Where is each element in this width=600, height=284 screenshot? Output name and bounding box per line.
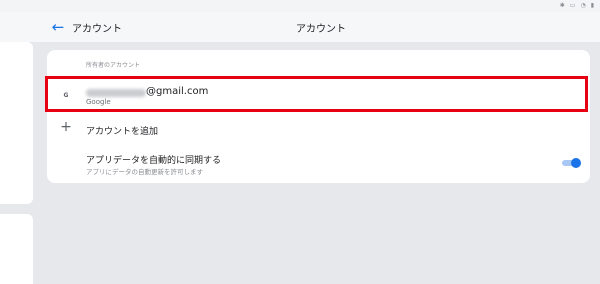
account-email: @gmail.com (146, 86, 209, 97)
email-redacted (86, 89, 146, 97)
auto-sync-title: アプリデータを自動的に同期する (86, 156, 222, 166)
page-title: アカウント (296, 24, 346, 35)
back-arrow-icon[interactable]: ← (50, 19, 66, 35)
sidebar-card (0, 214, 33, 284)
section-header: 所有者のアカウント (86, 62, 141, 69)
app-bar: ← アカウント アカウント (0, 12, 600, 42)
add-account-label: アカウントを追加 (86, 127, 159, 137)
status-bar: ✱ ▭ ◔ ▮ (0, 0, 600, 12)
auto-sync-toggle[interactable] (562, 158, 581, 168)
account-provider: Google (86, 98, 111, 106)
battery-icon: ▮ (590, 2, 594, 9)
google-icon: G (63, 91, 69, 99)
toggle-thumb (571, 158, 581, 168)
auto-sync-subtitle: アプリにデータの自動更新を許可します (86, 168, 203, 176)
plus-icon: + (60, 119, 72, 135)
wifi-icon: ◔ (580, 2, 586, 9)
bluetooth-icon: ✱ (559, 2, 565, 9)
vibrate-icon: ▭ (569, 2, 576, 9)
page-title-left: アカウント (72, 24, 122, 35)
sidebar-card (0, 42, 33, 204)
